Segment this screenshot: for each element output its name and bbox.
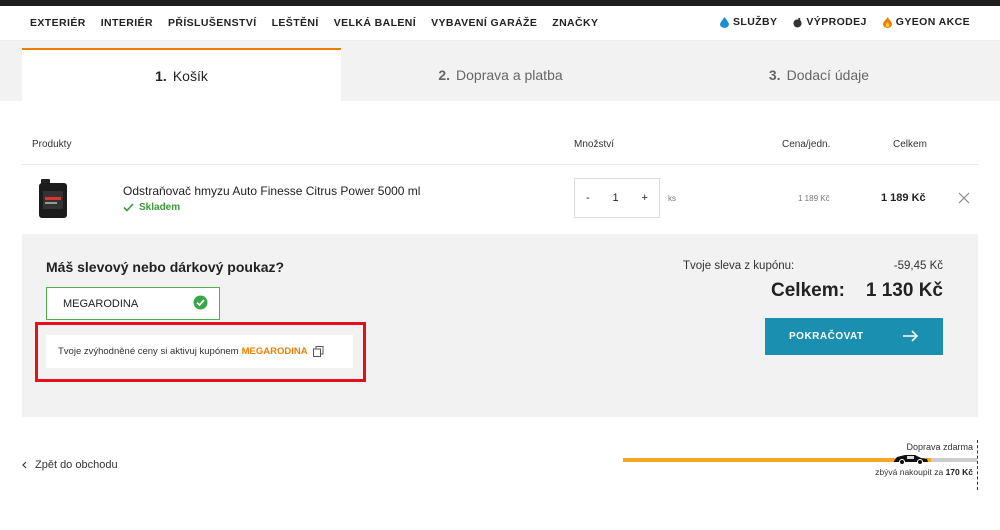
category-menu: EXTERIÉR INTERIÉR PŘÍSLUŠENSTVÍ LEŠTĚNÍ … xyxy=(30,17,598,29)
water-drop-icon xyxy=(719,16,729,28)
nav-item-lesteni[interactable]: LEŠTĚNÍ xyxy=(272,17,319,29)
step-number: 3. xyxy=(768,66,781,83)
remove-item-icon[interactable] xyxy=(957,191,971,205)
nav-item-velka-baleni[interactable]: VELKÁ BALENÍ xyxy=(334,17,416,29)
nav-item-prislusenstvi[interactable]: PŘÍSLUŠENSTVÍ xyxy=(168,17,257,29)
coupon-input-value: MEGARODINA xyxy=(63,297,139,310)
column-header-unit-price: Cena/jedn. xyxy=(782,139,831,150)
discount-value: -59,45 Kč xyxy=(893,260,943,272)
special-menu: SLUŽBY VÝPRODEJ GYEON AKCE xyxy=(719,16,970,28)
unit-price: 1 189 Kč xyxy=(798,194,830,203)
free-shipping-remaining: zbývá nakoupit za 170 Kč xyxy=(875,467,973,477)
total-value: 1 130 Kč xyxy=(865,280,943,301)
nav-item-exterier[interactable]: EXTERIÉR xyxy=(30,17,86,29)
column-header-quantity: Množství xyxy=(574,139,615,150)
check-icon xyxy=(123,203,134,212)
quantity-stepper: - 1 + xyxy=(574,178,660,218)
step-label: Doprava a platba xyxy=(456,66,563,83)
free-shipping-label: Doprava zdarma xyxy=(906,442,973,452)
chevron-left-icon xyxy=(22,461,27,469)
main-navigation: EXTERIÉR INTERIÉR PŘÍSLUŠENSTVÍ LEŠTĚNÍ … xyxy=(0,6,1000,41)
discount-label: Tvoje sleva z kupónu: xyxy=(683,260,795,272)
step-label: Košík xyxy=(172,67,208,84)
total-label: Celkem: xyxy=(771,280,845,301)
back-to-shop-link[interactable]: Zpět do obchodu xyxy=(22,459,118,471)
step-shipping-payment[interactable]: 2. Doprava a platba xyxy=(341,48,660,101)
check-circle-icon xyxy=(193,295,208,310)
continue-button-label: POKRAČOVAT xyxy=(789,331,864,342)
nav-item-vyprodej-label: VÝPRODEJ xyxy=(806,16,867,28)
step-label: Dodací údaje xyxy=(786,66,870,83)
table-divider xyxy=(22,164,978,165)
fire-icon xyxy=(882,16,892,28)
highlight-annotation xyxy=(35,322,366,382)
nav-item-vyprodej[interactable]: VÝPRODEJ xyxy=(793,16,866,28)
arrow-right-icon xyxy=(903,330,919,342)
nav-item-interier[interactable]: INTERIÉR xyxy=(101,17,153,29)
stock-status: Skladem xyxy=(123,202,180,213)
continue-button[interactable]: POKRAČOVAT xyxy=(765,318,943,355)
nav-item-vybaveni-garaze[interactable]: VYBAVENÍ GARÁŽE xyxy=(431,17,537,29)
nav-item-sluzby-label: SLUŽBY xyxy=(732,16,778,28)
column-header-products: Produkty xyxy=(32,139,72,150)
free-shipping-progress-fill xyxy=(623,458,931,462)
step-number: 2. xyxy=(438,66,451,83)
product-name-link[interactable]: Odstraňovač hmyzu Auto Finesse Citrus Po… xyxy=(123,184,420,198)
quantity-unit: ks xyxy=(668,194,676,203)
free-shipping-remaining-value: 170 Kč xyxy=(945,467,973,477)
nav-item-gyeon-akce[interactable]: GYEON AKCE xyxy=(882,16,970,28)
nav-item-gyeon-akce-label: GYEON AKCE xyxy=(895,16,970,28)
coupon-title: Máš slevový nebo dárkový poukaz? xyxy=(46,259,285,275)
car-icon xyxy=(894,455,928,465)
stock-status-label: Skladem xyxy=(139,202,181,213)
step-number: 1. xyxy=(155,67,167,84)
line-total: 1 189 Kč xyxy=(881,192,926,204)
back-to-shop-label: Zpět do obchodu xyxy=(35,459,118,471)
product-image[interactable] xyxy=(38,177,68,219)
free-shipping-remaining-prefix: zbývá nakoupit za xyxy=(875,467,944,477)
nav-item-znacky[interactable]: ZNAČKY xyxy=(552,17,598,29)
quantity-input[interactable]: 1 xyxy=(613,192,619,204)
step-cart[interactable]: 1. Košík xyxy=(22,48,341,101)
bomb-icon xyxy=(793,17,802,27)
decrease-quantity-button[interactable]: - xyxy=(586,192,590,204)
increase-quantity-button[interactable]: + xyxy=(642,192,648,204)
step-delivery-details[interactable]: 3. Dodací údaje xyxy=(660,48,978,101)
column-header-total: Celkem xyxy=(893,139,927,150)
nav-item-sluzby[interactable]: SLUŽBY xyxy=(719,16,778,28)
free-shipping-goal-marker xyxy=(977,440,978,490)
